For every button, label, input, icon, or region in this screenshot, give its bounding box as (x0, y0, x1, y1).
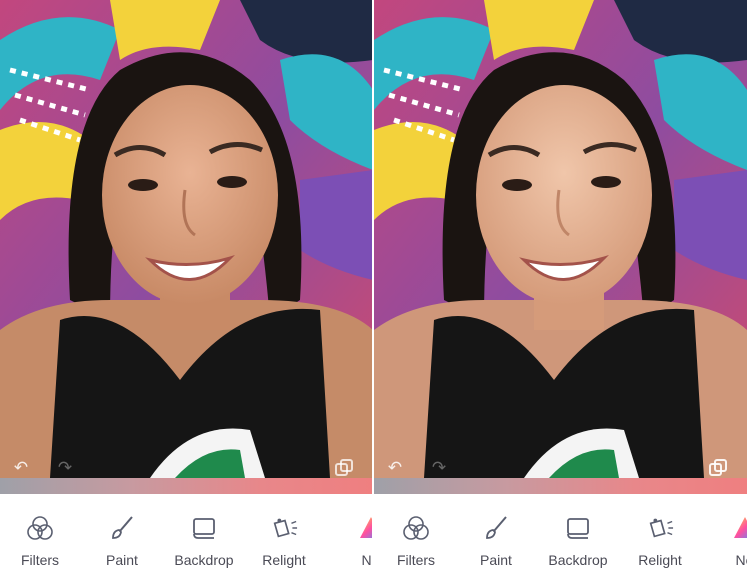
after-photo (374, 0, 747, 478)
edit-progress-bar (374, 478, 747, 494)
paint-label: Paint (480, 552, 512, 568)
neon-button[interactable]: Ne (702, 494, 747, 581)
filters-label: Filters (396, 552, 436, 568)
filters-icon (402, 514, 430, 542)
before-photo (0, 0, 373, 478)
backdrop-label: Backdrop (548, 552, 608, 568)
compare-icon[interactable] (705, 458, 731, 478)
relight-icon (270, 514, 298, 542)
undo-icon[interactable]: ↶ (8, 458, 34, 478)
brush-icon (108, 514, 136, 542)
redo-icon[interactable]: ↷ (426, 458, 452, 478)
filters-label: Filters (20, 552, 60, 568)
filters-icon (26, 514, 54, 542)
neon-label: Ne (735, 552, 747, 568)
undo-icon[interactable]: ↶ (382, 458, 408, 478)
redo-icon[interactable]: ↷ (52, 458, 78, 478)
relight-button[interactable]: Relight (244, 494, 324, 581)
filters-button[interactable]: Filters (376, 494, 456, 581)
tool-bar: Filters Paint Backdrop Relight Ne (374, 494, 747, 581)
filters-button[interactable]: Filters (0, 494, 80, 581)
panel-divider (372, 0, 374, 581)
relight-button[interactable]: Relight (620, 494, 700, 581)
backdrop-label: Backdrop (174, 552, 234, 568)
compare-icon[interactable] (331, 458, 357, 478)
neon-icon (357, 514, 373, 542)
backdrop-button[interactable]: Backdrop (538, 494, 618, 581)
tool-bar: Filters Paint Backdrop Relight Ne (0, 494, 373, 581)
relight-label: Relight (262, 552, 306, 568)
before-panel: ↶ ↷ Filters Paint Backdrop Relight N (0, 0, 373, 581)
paint-button[interactable]: Paint (82, 494, 162, 581)
relight-label: Relight (638, 552, 682, 568)
backdrop-icon (190, 514, 218, 542)
neon-icon (731, 514, 747, 542)
backdrop-button[interactable]: Backdrop (164, 494, 244, 581)
backdrop-icon (564, 514, 592, 542)
paint-label: Paint (106, 552, 138, 568)
after-panel: ↶ ↷ Filters Paint Backdrop Relight N (374, 0, 747, 581)
brush-icon (482, 514, 510, 542)
edit-progress-bar (0, 478, 373, 494)
relight-icon (646, 514, 674, 542)
paint-button[interactable]: Paint (456, 494, 536, 581)
neon-button[interactable]: Ne (328, 494, 373, 581)
